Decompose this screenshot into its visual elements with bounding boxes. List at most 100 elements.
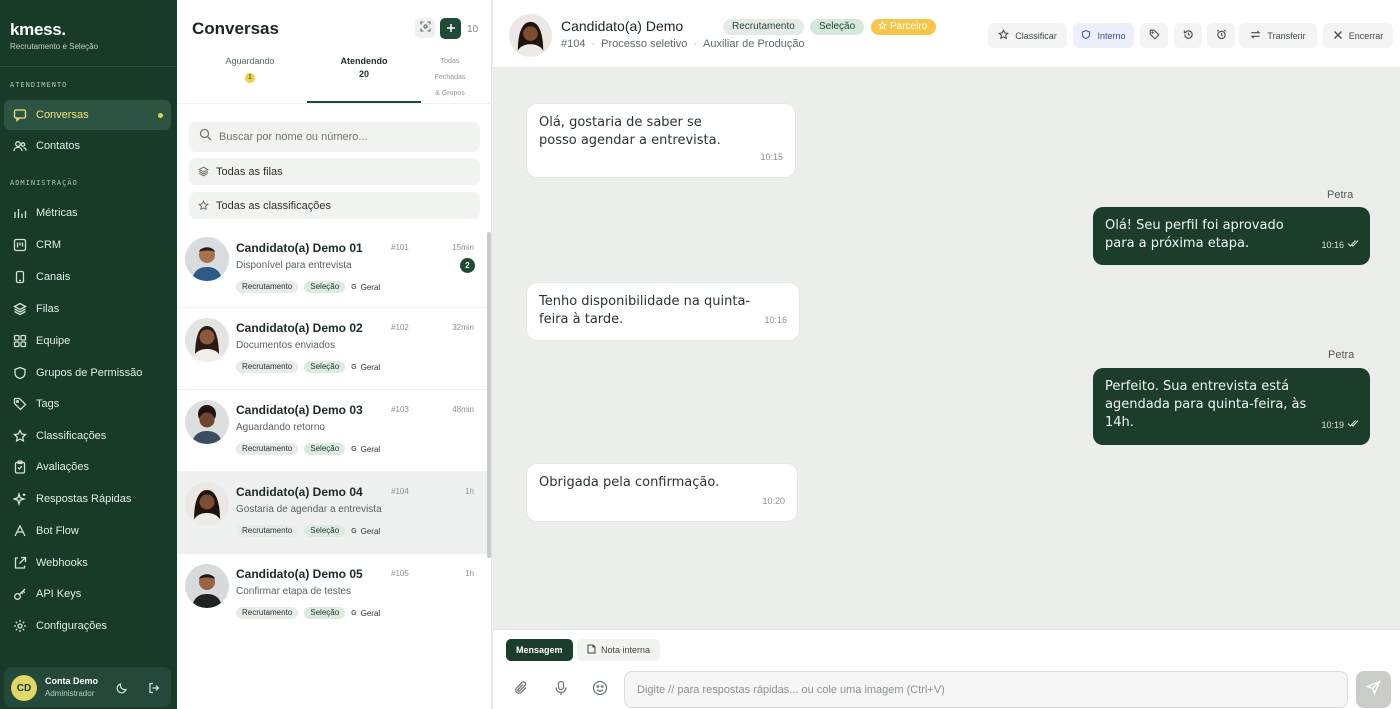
tab-label-line3: & Grupos [435,90,465,97]
microphone-icon[interactable] [553,680,571,698]
breadcrumb: #104 · Processo seletivo · Auxiliar de Produ… [561,38,805,50]
sidebar-item-configuracoes[interactable]: Configurações [4,611,171,641]
group-letter: G [351,527,357,535]
sidebar-item-respostas-rapidas[interactable]: Respostas Rápidas [4,484,171,514]
contact-name: Candidato(a) Demo 04 [236,485,363,499]
kanban-icon [13,238,27,252]
message-preview: Documentos enviados [236,340,335,351]
tag: Seleção [304,525,346,537]
sidebar-item-label: Configurações [36,620,107,632]
brand-logo: kmess. [10,20,66,39]
composer: Mensagem Nota interna [493,629,1400,709]
sidebar-item-metricas[interactable]: Métricas [4,198,171,228]
new-conversation-button[interactable] [440,18,461,39]
tag-icon [1149,29,1160,42]
message-text: Perfeito. Sua entrevista está agendada p… [1105,379,1307,430]
list-item[interactable]: Candidato(a) Demo 03 #103 48min Aguardan… [177,390,487,472]
sidebar-item-label: Classificações [36,430,107,442]
close-label: Encerrar [1348,30,1384,41]
list-item[interactable]: Candidato(a) Demo 01 #101 15min Disponív… [177,230,487,308]
list-item[interactable]: Candidato(a) Demo 05 #105 1h Confirmar e… [177,554,487,636]
tab-aguardando[interactable]: Aguardando 1 [217,56,283,84]
emoji-icon[interactable] [592,680,610,698]
list-item[interactable]: Candidato(a) Demo 02 #102 32min Document… [177,308,487,390]
sidebar-item-classificacoes[interactable]: Classificações [4,421,171,451]
tag-button[interactable] [1140,23,1168,48]
message-text: Tenho disponibilidade na quinta-feira à … [539,294,751,327]
timestamp: 32min [452,323,474,332]
sidebar-item-tags[interactable]: Tags [4,389,171,419]
sidebar-item-api-keys[interactable]: API Keys [4,579,171,609]
tag: Recrutamento [236,443,299,455]
tab-label: Nota interna [601,645,651,655]
timestamp: 15min [452,243,474,252]
group-letter: G [351,363,357,371]
ticket-id: #105 [391,569,409,578]
sidebar-item-filas[interactable]: Filas [4,294,171,324]
close-icon [1333,30,1343,42]
sidebar-item-canais[interactable]: Canais [4,262,171,292]
sidebar-item-label: Conversas [36,109,89,121]
conversation-count: 10 [467,24,479,35]
contact-name: Candidato(a) Demo 03 [236,403,363,417]
sidebar-item-grupos-permissao[interactable]: Grupos de Permissão [4,358,171,388]
tab-label: Todas [440,58,460,65]
sidebar-item-contatos[interactable]: Contatos [4,131,171,161]
double-check-icon [1347,236,1360,254]
section-title-attendance: ATENDIMENTO [10,81,68,89]
key-icon [13,587,27,601]
sidebar-item-avaliacoes[interactable]: Avaliações [4,452,171,482]
tag: Recrutamento [236,525,299,537]
scan-button[interactable] [415,18,435,38]
message-sender: Petra [1328,349,1355,361]
tab-atendendo[interactable]: Atendendo 20 [327,56,401,79]
sidebar-item-conversas[interactable]: Conversas [4,100,171,130]
sidebar-item-label: Webhooks [36,557,88,569]
chart-icon [13,206,27,220]
close-conversation-button[interactable]: Encerrar [1323,23,1393,48]
grid-icon [13,334,27,348]
chat-header: Candidato(a) Demo #104 · Processo seletivo… [493,0,1400,68]
internal-button[interactable]: Interno [1073,23,1134,48]
search-input[interactable] [219,131,459,143]
tag: Recrutamento [236,607,299,619]
tab-message[interactable]: Mensagem [506,639,573,661]
snooze-button[interactable] [1207,23,1235,48]
user-profile[interactable]: CD Conta Demo Administrador [4,667,171,707]
sidebar-item-equipe[interactable]: Equipe [4,326,171,356]
list-scrollbar[interactable] [487,232,491,558]
plus-icon [446,20,456,38]
contact-name: Candidato(a) Demo [561,18,684,34]
sidebar-item-label: Grupos de Permissão [36,367,143,379]
classify-button[interactable]: Classificar [988,23,1067,48]
shield-icon [13,366,27,380]
sidebar-item-label: Bot Flow [36,525,79,537]
tag-list: Recrutamento Seleção G Geral [236,443,380,455]
tab-internal-note[interactable]: Nota interna [577,639,661,661]
timestamp: 1h [465,487,474,496]
logout-icon[interactable] [148,681,160,694]
status-badge: Seleção [810,19,865,35]
transfer-button[interactable]: Transferir [1239,23,1317,48]
list-item[interactable]: Candidato(a) Demo 04 #104 1h Gostaria de… [177,472,487,554]
history-button[interactable] [1174,23,1202,48]
tag-list: Recrutamento Seleção G Geral [236,607,380,619]
sidebar-item-crm[interactable]: CRM [4,230,171,260]
send-button[interactable] [1356,671,1391,708]
tag-icon [13,397,27,411]
message-incoming: Olá, gostaria de saber se posso agendar … [527,104,795,177]
queue-filter[interactable]: Todas as filas [189,158,480,185]
classification-filter[interactable]: Todas as classificações [189,192,480,219]
sidebar-item-bot-flow[interactable]: Bot Flow [4,516,171,546]
moon-icon[interactable] [116,681,128,694]
ticket-id: #104 [391,487,409,496]
gear-icon [13,619,27,633]
sidebar-item-webhooks[interactable]: Webhooks [4,548,171,578]
partner-badge: Parceiro [871,19,937,35]
message-input[interactable] [624,671,1348,708]
sidebar-item-label: Avaliações [36,461,89,473]
tab-todas[interactable]: Todas Fechadas & Grupos [425,54,475,102]
message-thread: Olá, gostaria de saber se posso agendar … [493,68,1400,629]
sidebar-item-label: Canais [36,271,71,283]
attach-icon[interactable] [513,680,531,698]
